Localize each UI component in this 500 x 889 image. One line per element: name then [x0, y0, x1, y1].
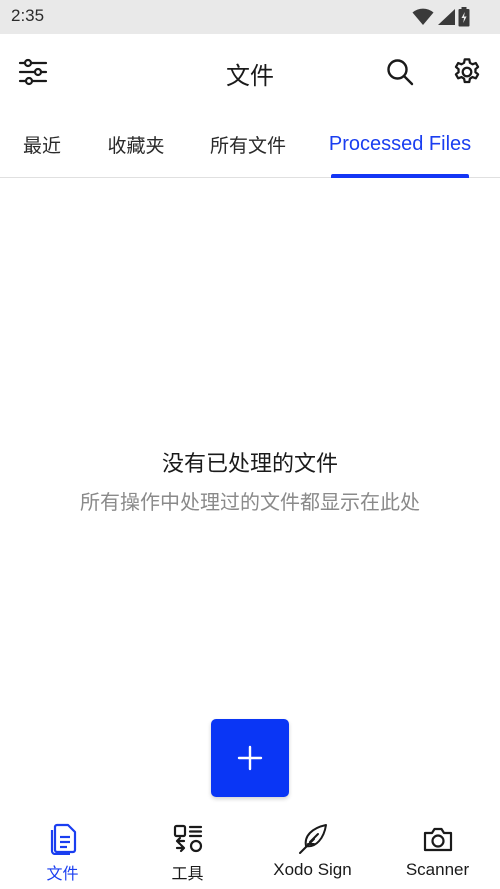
app-bar: 文件	[0, 34, 500, 110]
status-bar: 2:35	[0, 0, 500, 34]
nav-item-tools[interactable]: 工具	[125, 810, 250, 889]
tab-favorites[interactable]: 收藏夹	[100, 110, 172, 178]
plus-icon	[237, 745, 263, 771]
nav-label-scanner: Scanner	[405, 860, 470, 879]
file-icon	[50, 823, 76, 855]
tab-all-files[interactable]: 所有文件	[200, 110, 296, 178]
nav-label-files: 文件	[46, 864, 79, 883]
status-time: 2:35	[11, 6, 45, 25]
settings-button[interactable]	[445, 50, 489, 94]
empty-state-subtitle: 所有操作中处理过的文件都显示在此处	[80, 490, 420, 514]
nav-item-scanner[interactable]: Scanner	[375, 810, 500, 889]
signal-icon	[438, 9, 455, 25]
bottom-nav: 文件 工具 Xodo Sign Scanner	[0, 810, 500, 889]
empty-state-title: 没有已处理的文件	[161, 452, 338, 477]
gear-icon	[454, 58, 480, 84]
add-button[interactable]	[211, 719, 289, 797]
page-title: 文件	[226, 62, 274, 90]
tab-recent[interactable]: 最近	[12, 110, 72, 178]
nav-item-files[interactable]: 文件	[0, 810, 125, 889]
tab-bar: 最近 收藏夹 所有文件 Processed Files	[0, 110, 500, 178]
battery-icon	[458, 7, 470, 27]
status-icons	[412, 6, 470, 28]
active-tab-indicator	[331, 174, 469, 178]
search-icon	[387, 59, 414, 86]
search-button[interactable]	[378, 50, 422, 94]
tools-icon	[173, 824, 202, 853]
feather-pen-icon	[298, 824, 327, 854]
camera-icon	[423, 827, 452, 852]
nav-label-xodo-sign: Xodo Sign	[273, 860, 352, 879]
nav-label-tools: 工具	[171, 864, 204, 883]
nav-item-xodo-sign[interactable]: Xodo Sign	[250, 810, 375, 889]
tab-processed-files[interactable]: Processed Files	[326, 110, 474, 178]
wifi-icon	[412, 8, 434, 25]
